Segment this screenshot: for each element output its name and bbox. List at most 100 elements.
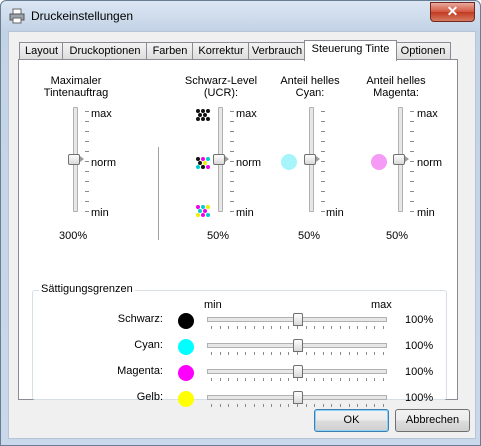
slider-tick bbox=[254, 352, 255, 355]
slider-thumb[interactable] bbox=[304, 154, 320, 165]
slider-tick bbox=[230, 121, 234, 122]
slider-tick bbox=[228, 404, 230, 407]
slider-thumb[interactable] bbox=[293, 313, 303, 326]
slider-tick bbox=[357, 326, 359, 329]
slider-tick bbox=[383, 326, 384, 329]
slider-tick bbox=[271, 378, 273, 381]
slider-tick bbox=[314, 352, 316, 355]
tab-steuerung-tinte[interactable]: Steuerung Tinte bbox=[304, 40, 397, 61]
slider-thumb[interactable] bbox=[293, 391, 303, 404]
slider-tick bbox=[245, 378, 247, 381]
light-magenta-min: min bbox=[417, 207, 435, 219]
slider-tick bbox=[297, 352, 298, 355]
saturation-cyan-value: 100% bbox=[405, 340, 434, 352]
slider-tick bbox=[236, 352, 238, 355]
color-dots-icon bbox=[196, 205, 210, 217]
slider-tick bbox=[297, 378, 298, 381]
slider-tick bbox=[321, 181, 325, 182]
slider-tick bbox=[230, 201, 234, 202]
slider-tick bbox=[383, 404, 384, 407]
slider-tick bbox=[410, 211, 414, 212]
slider-tick bbox=[314, 326, 316, 329]
slider-tick bbox=[374, 404, 376, 407]
light-cyan-swatch bbox=[281, 154, 297, 170]
slider-thumb[interactable] bbox=[68, 154, 84, 165]
slider-tick bbox=[321, 211, 325, 212]
black-swatch bbox=[178, 313, 194, 329]
tab-druckoptionen[interactable]: Druckoptionen bbox=[62, 42, 148, 60]
slider-tick bbox=[85, 201, 89, 202]
max-ink-label: Maximaler Tintenauftrag bbox=[31, 75, 121, 99]
slider-tick bbox=[348, 404, 350, 407]
slider-tick bbox=[365, 326, 367, 329]
slider-tick bbox=[305, 352, 307, 355]
slider-thumb[interactable] bbox=[393, 154, 409, 165]
light-magenta-slider[interactable] bbox=[393, 107, 409, 212]
saturation-magenta-slider[interactable] bbox=[207, 365, 387, 381]
slider-tick bbox=[262, 378, 264, 381]
slider-tick bbox=[410, 171, 414, 172]
slider-tick bbox=[254, 404, 255, 407]
slider-tick bbox=[305, 326, 307, 329]
slider-thumb[interactable] bbox=[293, 339, 303, 352]
tab-panel: Maximaler Tintenauftrag max norm min 300… bbox=[18, 59, 458, 407]
slider-tick bbox=[314, 404, 316, 407]
slider-tick bbox=[236, 404, 238, 407]
slider-tick bbox=[245, 326, 247, 329]
slider-tick bbox=[322, 404, 324, 407]
slider-tick bbox=[279, 378, 281, 381]
slider-tick bbox=[211, 404, 212, 407]
slider-tick bbox=[271, 352, 273, 355]
slider-tick bbox=[85, 181, 89, 182]
saturation-black-value: 100% bbox=[405, 314, 434, 326]
slider-tick bbox=[85, 161, 89, 162]
ucr-min: min bbox=[236, 207, 254, 219]
saturation-black-slider[interactable] bbox=[207, 313, 387, 329]
slider-tick bbox=[331, 352, 333, 355]
saturation-magenta-value: 100% bbox=[405, 366, 434, 378]
ucr-max: max bbox=[236, 108, 257, 120]
saturation-cyan-label: Cyan: bbox=[134, 339, 163, 351]
cyan-swatch bbox=[178, 339, 194, 355]
slider-tick bbox=[321, 111, 325, 112]
close-button[interactable]: ✕ bbox=[430, 2, 475, 22]
cancel-button[interactable]: Abbrechen bbox=[395, 409, 470, 432]
slider-thumb[interactable] bbox=[213, 154, 229, 165]
saturation-yellow-value: 100% bbox=[405, 392, 434, 404]
slider-tick bbox=[254, 326, 255, 329]
slider-tick bbox=[85, 191, 89, 192]
ok-button[interactable]: OK bbox=[314, 409, 389, 432]
slider-tick bbox=[321, 161, 325, 162]
slider-tick bbox=[340, 404, 341, 407]
light-cyan-value: 50% bbox=[298, 230, 321, 242]
tab-layout[interactable]: Layout bbox=[19, 42, 64, 60]
light-magenta-swatch bbox=[371, 154, 387, 170]
ucr-norm: norm bbox=[236, 157, 262, 169]
tab-verbrauch[interactable]: Verbrauch bbox=[248, 42, 306, 60]
slider-thumb[interactable] bbox=[293, 365, 303, 378]
saturation-group: Sättigungsgrenzen min max Schwarz: 100% … bbox=[32, 283, 447, 407]
slider-tick bbox=[314, 378, 316, 381]
max-ink-slider[interactable] bbox=[68, 107, 84, 212]
saturation-black-label: Schwarz: bbox=[117, 313, 163, 325]
slider-tick bbox=[305, 404, 307, 407]
slider-tick bbox=[365, 404, 367, 407]
slider-tick bbox=[321, 171, 325, 172]
slider-tick bbox=[230, 131, 234, 132]
tab-korrektur[interactable]: Korrektur bbox=[192, 42, 250, 60]
saturation-cyan-slider[interactable] bbox=[207, 339, 387, 355]
magenta-swatch bbox=[178, 365, 194, 381]
tab-optionen[interactable]: Optionen bbox=[395, 42, 451, 60]
slider-tick bbox=[340, 326, 341, 329]
slider-tick bbox=[410, 111, 414, 112]
slider-tick bbox=[305, 378, 307, 381]
slider-tick bbox=[348, 352, 350, 355]
slider-tick bbox=[321, 131, 325, 132]
printer-icon bbox=[9, 8, 25, 24]
light-cyan-slider[interactable] bbox=[304, 107, 320, 212]
slider-tick bbox=[230, 181, 234, 182]
saturation-yellow-slider[interactable] bbox=[207, 391, 387, 407]
tab-farben[interactable]: Farben bbox=[146, 42, 194, 60]
slider-tick bbox=[410, 151, 414, 152]
ucr-slider[interactable] bbox=[213, 107, 229, 212]
